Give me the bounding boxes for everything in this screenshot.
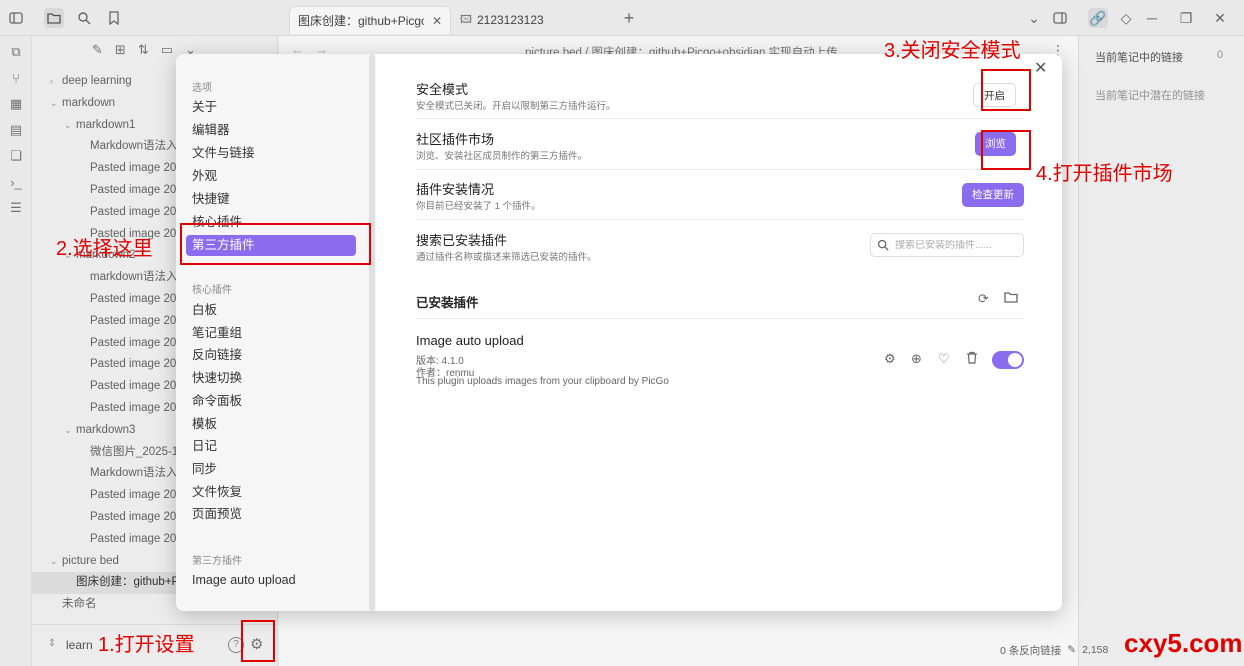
setting-desc: 通过插件名称或描述来筛选已安装的插件。	[416, 252, 597, 263]
plugin-hotkeys-icon[interactable]: ⊕	[911, 351, 922, 367]
settings-group-options: 选项	[192, 83, 212, 94]
settings-group-third: 第三方插件	[192, 556, 242, 567]
setting-name: 插件安装情况	[416, 182, 495, 197]
settings-nav-item[interactable]: 关于	[186, 97, 356, 118]
setting-desc: 浏览、安装社区成员制作的第三方插件。	[416, 151, 588, 162]
setting-installed-status: 插件安装情况 你目前已经安装了 1 个插件。 检查更新	[416, 179, 1024, 220]
setting-name: 搜索已安装插件	[416, 233, 508, 248]
settings-nav-item[interactable]: 快捷键	[186, 189, 356, 210]
annotation-step1: 1.打开设置	[98, 634, 195, 656]
settings-nav-item[interactable]: 反向链接	[186, 345, 356, 366]
toggle-knob	[1008, 353, 1022, 367]
settings-nav-item[interactable]: 命令面板	[186, 391, 356, 412]
setting-community-market: 社区插件市场 浏览、安装社区成员制作的第三方插件。 浏览	[416, 129, 1024, 170]
settings-sidebar: 选项 关于 编辑器 文件与链接 外观 快捷键 核心插件 第三方插件 核心插件 白板 笔记重组反…	[176, 54, 376, 611]
installed-plugins-title: 已安装插件	[416, 296, 479, 310]
settings-modal: 选项 关于 编辑器 文件与链接 外观 快捷键 核心插件 第三方插件 核心插件 白板 笔记重组反…	[176, 54, 1062, 611]
settings-nav-item[interactable]: Image auto upload	[186, 570, 356, 591]
annotation-step3: 3.关闭安全模式	[884, 40, 1021, 62]
setting-desc: 你目前已经安装了 1 个插件。	[416, 201, 541, 212]
setting-desc: 安全模式已关闭。开启以限制第三方插件运行。	[416, 101, 616, 112]
annotation-box-safe-mode	[981, 69, 1031, 111]
reload-icon[interactable]: ⟳	[978, 291, 989, 307]
setting-name: 社区插件市场	[416, 132, 495, 147]
settings-nav-item[interactable]: 白板	[186, 300, 356, 321]
settings-nav-item[interactable]: 模板	[186, 414, 356, 435]
settings-nav-item[interactable]: 同步	[186, 459, 356, 480]
annotation-box-settings	[241, 620, 275, 662]
installed-plugins-header: 已安装插件 ⟳	[416, 291, 1024, 319]
open-folder-icon[interactable]	[1004, 291, 1018, 306]
settings-nav-item[interactable]: 页面预览	[186, 504, 356, 525]
settings-nav-item[interactable]: 笔记重组	[186, 323, 356, 344]
plugin-name: Image auto upload	[416, 333, 524, 348]
search-icon	[877, 239, 889, 251]
annotation-box-third-party	[180, 223, 371, 265]
settings-nav-item[interactable]: 编辑器	[186, 120, 356, 141]
plugin-desc: This plugin uploads images from your cli…	[416, 376, 669, 387]
modal-close-icon[interactable]: ✕	[1034, 58, 1047, 78]
settings-nav-item[interactable]: 快速切换	[186, 368, 356, 389]
settings-nav-item[interactable]: 日记	[186, 436, 356, 457]
settings-group-core: 核心插件	[192, 285, 232, 296]
annotation-step2: 2.选择这里	[56, 238, 153, 260]
heart-icon[interactable]: ♡	[938, 351, 950, 367]
annotation-box-browse	[981, 130, 1031, 170]
annotation-step4: 4.打开插件市场	[1036, 163, 1173, 185]
settings-nav-item[interactable]: 文件与链接	[186, 143, 356, 164]
watermark-text: cxy5.com	[1124, 628, 1243, 658]
settings-nav-item[interactable]: 文件恢复	[186, 482, 356, 503]
settings-nav-item[interactable]: 外观	[186, 166, 356, 187]
sidebar-scrollbar[interactable]	[369, 54, 375, 611]
setting-safe-mode: 安全模式 安全模式已关闭。开启以限制第三方插件运行。 开启	[416, 79, 1024, 119]
trash-icon[interactable]	[966, 351, 978, 367]
setting-name: 安全模式	[416, 82, 469, 97]
settings-content: 安全模式 安全模式已关闭。开启以限制第三方插件运行。 开启 社区插件市场 浏览、…	[416, 54, 1024, 611]
setting-search-installed: 搜索已安装插件 通过插件名称或描述来筛选已安装的插件。	[416, 230, 1024, 269]
plugin-row: Image auto upload 版本: 4.1.0 作者：renmu Thi…	[416, 333, 1024, 393]
check-updates-button[interactable]: 检查更新	[962, 183, 1024, 207]
search-installed-input[interactable]	[895, 239, 1015, 251]
plugin-settings-icon[interactable]: ⚙	[884, 351, 896, 367]
search-installed-field[interactable]	[870, 233, 1024, 257]
plugin-enable-toggle[interactable]	[992, 351, 1024, 369]
